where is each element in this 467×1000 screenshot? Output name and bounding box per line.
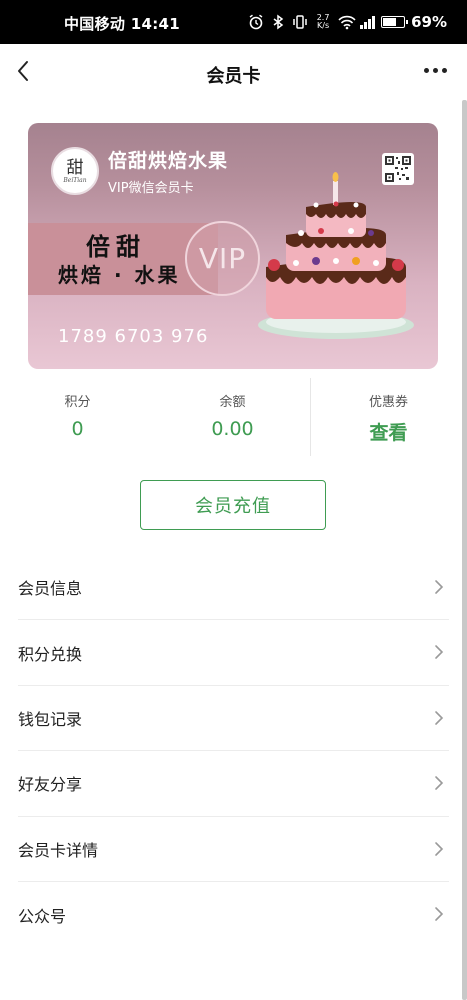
chevron-right-icon — [435, 645, 444, 660]
menu-item-wallet-records[interactable]: 钱包记录 — [18, 686, 449, 752]
view-coupons-link[interactable]: 查看 — [311, 418, 466, 445]
signal-icon — [360, 15, 376, 29]
chevron-right-icon — [435, 907, 444, 921]
battery-icon — [381, 16, 409, 28]
status-icons: 2.7 K/s 69% — [248, 12, 447, 32]
stat-label: 余额 — [219, 395, 246, 410]
battery-percent: 69% — [411, 13, 447, 31]
menu-item-label: 公众号 — [18, 906, 67, 926]
menu-item-label: 会员信息 — [18, 579, 83, 599]
store-name: 倍甜烘焙水果 — [108, 150, 229, 172]
menu-item-label: 好友分享 — [18, 775, 83, 795]
stat-balance[interactable]: 余额 0.00 — [155, 378, 310, 456]
membership-card: 甜 BeiTian 倍甜烘焙水果 VIP微信会员卡 倍甜 烘焙 · 水果 VIP — [28, 123, 438, 369]
alarm-icon — [248, 14, 264, 30]
vibrate-icon — [292, 14, 308, 30]
bluetooth-icon — [270, 14, 286, 30]
chevron-right-icon — [435, 841, 444, 856]
more-dots-icon[interactable] — [424, 68, 447, 73]
menu-item-official-account[interactable]: 公众号 — [18, 882, 449, 947]
stats-row: 积分 0 余额 0.00 优惠券 查看 — [0, 378, 467, 456]
cake-illustration — [256, 167, 416, 347]
scrollbar[interactable] — [462, 100, 467, 1000]
chevron-right-icon — [435, 580, 444, 594]
menu-item-label: 积分兑换 — [18, 644, 83, 664]
chevron-right-icon — [435, 776, 444, 790]
carrier-time: 中国移动 14:41 — [64, 15, 180, 33]
card-number: 1789 6703 976 — [58, 326, 209, 347]
stat-value: 0 — [71, 418, 84, 440]
card-type: VIP微信会员卡 — [108, 181, 194, 196]
wifi-icon — [338, 14, 356, 30]
menu-item-label: 钱包记录 — [18, 709, 83, 729]
menu-item-points-exchange[interactable]: 积分兑换 — [18, 620, 449, 686]
menu-list: 会员信息 积分兑换 钱包记录 好友分享 会员卡详情 公众号 — [18, 555, 449, 947]
band-brand: 倍甜 — [86, 233, 146, 261]
stat-points[interactable]: 积分 0 — [0, 378, 155, 456]
menu-item-label: 会员卡详情 — [18, 840, 99, 860]
chevron-right-icon — [435, 710, 444, 725]
net-speed: 2.7 K/s — [316, 13, 330, 30]
menu-item-card-details[interactable]: 会员卡详情 — [18, 817, 449, 882]
status-bar: 中国移动 14:41 2.7 K/s 69% — [0, 0, 467, 44]
page-title: 会员卡 — [206, 66, 261, 87]
stat-label: 优惠券 — [368, 395, 408, 410]
stat-label: 积分 — [64, 395, 91, 410]
menu-item-share-friends[interactable]: 好友分享 — [18, 751, 449, 817]
menu-item-member-info[interactable]: 会员信息 — [18, 555, 449, 621]
store-logo: 甜 BeiTian — [51, 147, 99, 195]
recharge-button[interactable]: 会员充值 — [140, 480, 326, 530]
band-tagline: 烘焙 · 水果 — [58, 263, 181, 287]
stat-coupons[interactable]: 优惠券 查看 — [311, 378, 466, 456]
stat-value: 0.00 — [211, 418, 254, 440]
vip-badge: VIP — [185, 221, 260, 296]
nav-bar: 会员卡 — [0, 44, 467, 102]
